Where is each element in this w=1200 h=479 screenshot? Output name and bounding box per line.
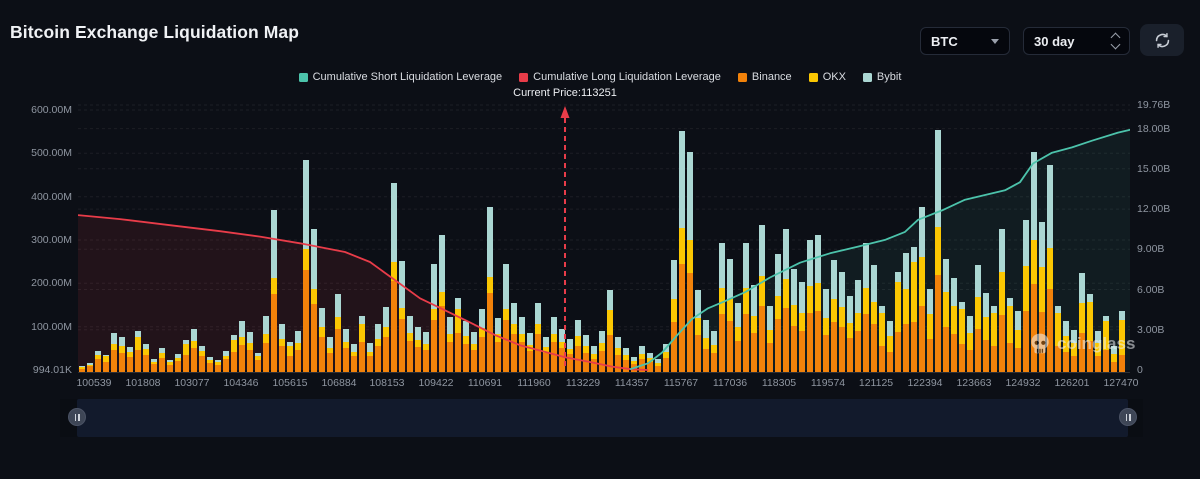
x-axis-label: 127470 [1091,377,1151,389]
datazoom-selected-range[interactable] [77,399,1128,437]
legend-swatch [863,73,872,82]
legend-item[interactable]: Binance [738,71,792,83]
liquidation-map-page: Bitcoin Exchange Liquidation Map BTC 30 … [0,0,1200,479]
y-axis-left-label: 100.00M [2,321,72,333]
refresh-button[interactable] [1140,24,1184,56]
legend-item[interactable]: OKX [809,71,846,83]
y-axis-left-label: 500.00M [2,147,72,159]
refresh-icon [1153,31,1172,50]
x-axis-line [78,372,1130,373]
y-axis-left-label: 994.01K [2,364,72,376]
page-title: Bitcoin Exchange Liquidation Map [10,22,299,43]
legend-item[interactable]: Cumulative Short Liquidation Leverage [299,71,503,83]
y-axis-left-label: 200.00M [2,277,72,289]
legend-swatch [519,73,528,82]
current-price-label: Current Price:113251 [513,87,617,99]
legend-label: Bybit [877,71,901,83]
legend-label: Cumulative Short Liquidation Leverage [313,71,503,83]
chevron-down-icon [991,39,999,44]
legend-swatch [738,73,747,82]
y-axis-right-label: 19.76B [1137,99,1170,111]
y-axis-left-label: 600.00M [2,104,72,116]
symbol-select-value: BTC [931,34,958,49]
datazoom-right-handle[interactable] [1119,408,1137,426]
symbol-select[interactable]: BTC [920,27,1010,55]
y-axis-right-label: 9.00B [1137,243,1164,255]
chart-legend: Cumulative Short Liquidation Leverage Cum… [0,71,1200,83]
chevron-down-icon [1111,40,1121,50]
legend-label: Binance [752,71,792,83]
y-axis-right-label: 15.00B [1137,163,1170,175]
y-axis-right-label: 6.00B [1137,284,1164,296]
y-axis-right-label: 12.00B [1137,203,1170,215]
legend-swatch [299,73,308,82]
period-select[interactable]: 30 day [1023,27,1130,55]
y-axis-left-label: 400.00M [2,191,72,203]
legend-swatch [809,73,818,82]
period-select-value: 30 day [1034,34,1074,49]
chart-lines [78,103,1130,372]
chart-plot-area[interactable] [78,103,1130,372]
y-axis-left-label: 300.00M [2,234,72,246]
legend-label: OKX [823,71,846,83]
datazoom-left-handle[interactable] [68,408,86,426]
y-axis-right-label: 3.00B [1137,324,1164,336]
y-axis-right-label: 18.00B [1137,123,1170,135]
y-axis-right-label: 0 [1137,364,1143,376]
spinner-up-down-icon [1112,34,1119,48]
legend-item[interactable]: Bybit [863,71,901,83]
legend-item[interactable]: Cumulative Long Liquidation Leverage [519,71,721,83]
legend-label: Cumulative Long Liquidation Leverage [533,71,721,83]
